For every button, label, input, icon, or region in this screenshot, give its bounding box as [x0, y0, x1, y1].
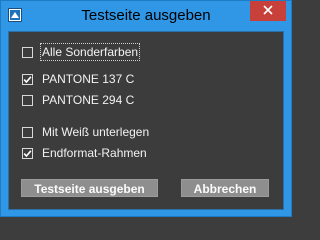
checkmark-icon: [23, 75, 32, 83]
option-label: PANTONE 137 C: [42, 72, 135, 86]
option-label: PANTONE 294 C: [42, 93, 135, 107]
option-label: Mit Weiß unterlegen: [42, 125, 150, 139]
title-bar[interactable]: Testseite ausgeben: [1, 1, 291, 31]
option-pantone-294-c[interactable]: PANTONE 294 C: [22, 93, 134, 107]
cancel-button[interactable]: Abbrechen: [181, 179, 269, 197]
close-icon: [263, 2, 273, 20]
print-test-page-button[interactable]: Testseite ausgeben: [21, 179, 158, 197]
checkbox-pantone-294-c[interactable]: [22, 94, 33, 106]
checkbox-endformat-rahmen[interactable]: [22, 147, 33, 159]
dialog-window: Testseite ausgeben Alle Sonderfarben PAN…: [0, 0, 292, 217]
option-label: Endformat-Rahmen: [42, 146, 147, 160]
option-pantone-137-c[interactable]: PANTONE 137 C: [22, 72, 134, 86]
option-mit-weiss-unterlegen[interactable]: Mit Weiß unterlegen: [22, 125, 149, 139]
checkbox-alle-sonderfarben[interactable]: [22, 46, 33, 58]
option-endformat-rahmen[interactable]: Endformat-Rahmen: [22, 146, 147, 160]
checkbox-mit-weiss-unterlegen[interactable]: [22, 126, 33, 138]
option-alle-sonderfarben[interactable]: Alle Sonderfarben: [22, 43, 141, 61]
option-label: Alle Sonderfarben: [39, 43, 141, 61]
close-button[interactable]: [250, 1, 286, 21]
window-title: Testseite ausgeben: [81, 7, 211, 24]
checkmark-icon: [23, 149, 32, 157]
checkbox-pantone-137-c[interactable]: [22, 73, 33, 85]
dialog-content: Alle Sonderfarben PANTONE 137 C PANTONE …: [8, 31, 284, 210]
